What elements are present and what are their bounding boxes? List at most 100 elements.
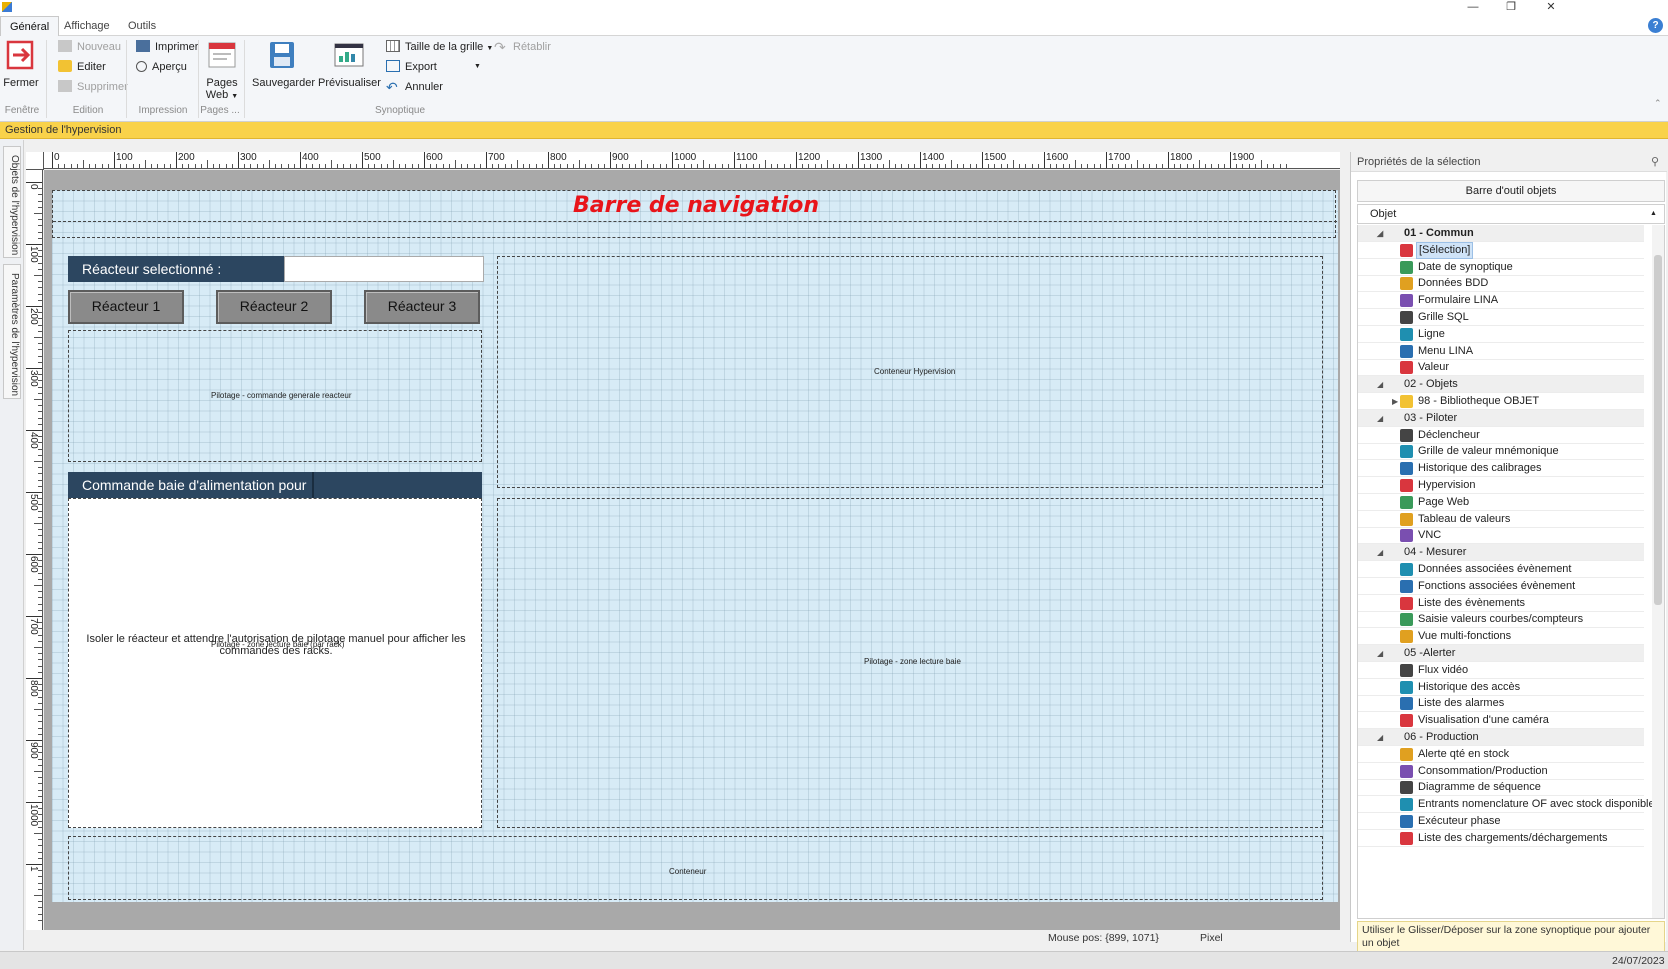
hypervision-container-zone[interactable]: Conteneur Hypervision [497, 256, 1323, 488]
collapse-ribbon-icon[interactable]: ⌃ [1654, 98, 1662, 109]
reactor-2-button[interactable]: Réacteur 2 [216, 290, 332, 324]
ruler-minor-tick [38, 386, 42, 388]
tree-item[interactable]: Grille SQL [1358, 309, 1644, 326]
synoptic-canvas[interactable]: Barre de navigation Réacteur selectionné… [52, 190, 1338, 902]
tree-item[interactable]: Ligne [1358, 326, 1644, 343]
ruler-minor-tick [1112, 164, 1114, 168]
tab-outils[interactable]: Outils [119, 16, 165, 36]
ruler-minor-tick [151, 164, 153, 168]
undo-button[interactable]: ↶ Annuler [386, 78, 443, 96]
tree-item-label: Formulaire LINA [1418, 294, 1499, 307]
ruler-minor-tick [34, 585, 42, 586]
tree-item[interactable]: Données BDD [1358, 275, 1644, 293]
ruler-minor-tick [647, 164, 649, 168]
tab-objects[interactable]: Objets de l'hypervision [3, 146, 21, 258]
tree-item[interactable]: Données associées évènement [1358, 561, 1644, 578]
tree-item[interactable]: ▶ 98 - Bibliotheque OBJET [1358, 393, 1644, 410]
new-button[interactable]: Nouveau [58, 38, 121, 56]
collapse-arrow-icon[interactable]: ◢ [1377, 645, 1383, 662]
preview-button[interactable]: Aperçu [136, 58, 187, 76]
tree-item[interactable]: Alerte qté en stock [1358, 746, 1644, 763]
tree-item[interactable]: Déclencheur [1358, 427, 1644, 444]
collapse-arrow-icon[interactable]: ◢ [1377, 729, 1383, 746]
web-pages-button[interactable]: Pages Web ▼ [202, 40, 242, 103]
object-column-header[interactable]: Objet ▲ [1357, 204, 1665, 224]
tab-general[interactable]: Général [0, 16, 60, 36]
bottom-container-zone[interactable]: Conteneur [68, 836, 1323, 900]
selected-reactor-label: Réacteur selectionné : [68, 256, 284, 282]
reactor-1-button[interactable]: Réacteur 1 [68, 290, 184, 324]
tree-category[interactable]: ◢ 04 - Mesurer [1358, 544, 1644, 562]
redo-button[interactable]: ↷ Rétablir [494, 38, 551, 56]
tree-category[interactable]: ◢ 06 - Production [1358, 729, 1644, 746]
ruler-minor-tick [38, 436, 42, 438]
tree-category[interactable]: ◢ 02 - Objets [1358, 376, 1644, 394]
tree-item[interactable]: Exécuteur phase [1358, 813, 1644, 830]
tab-parameters[interactable]: Paramètres de l'hypervision [3, 264, 21, 399]
tree-item[interactable]: Entrants nomenclature OF avec stock disp… [1358, 796, 1655, 814]
tree-item[interactable]: Liste des chargements/déchargements [1358, 830, 1644, 847]
export-button[interactable]: Export ▼ [386, 58, 482, 76]
navigation-bar-zone[interactable]: Barre de navigation [52, 190, 1337, 238]
tree-item[interactable]: Flux vidéo [1358, 662, 1644, 679]
tree-item[interactable]: Consommation/Production [1358, 763, 1644, 780]
preview-synoptic-button[interactable]: Prévisualiser [318, 40, 381, 89]
ruler-minor-tick [38, 839, 42, 841]
ruler-minor-tick [1261, 160, 1262, 168]
print-button[interactable]: Imprimer [136, 38, 198, 56]
collapse-arrow-icon[interactable]: ◢ [1377, 225, 1383, 242]
pin-icon[interactable]: ⚲ [1651, 155, 1659, 168]
ruler-minor-tick [1037, 164, 1039, 168]
tree-item[interactable]: Page Web [1358, 494, 1644, 511]
tree-item[interactable]: Valeur [1358, 359, 1644, 377]
close-button[interactable]: Fermer [2, 40, 40, 89]
ruler-tick [26, 740, 42, 741]
tree-item[interactable]: Historique des calibrages [1358, 460, 1644, 478]
tree-item[interactable]: Visualisation d'une caméra [1358, 712, 1644, 730]
expand-arrow-icon[interactable]: ▶ [1392, 393, 1398, 410]
collapse-arrow-icon[interactable]: ◢ [1377, 376, 1383, 393]
tree-category[interactable]: ◢ 05 -Alerter [1358, 645, 1644, 662]
tree-item[interactable]: Menu LINA [1358, 343, 1644, 360]
tree-item[interactable]: Vue multi-fonctions [1358, 628, 1644, 646]
minimize-icon[interactable]: — [1462, 0, 1484, 16]
grid-size-label: Taille de la grille [405, 41, 484, 53]
restore-icon[interactable]: ❐ [1500, 0, 1522, 16]
collapse-arrow-icon[interactable]: ◢ [1377, 410, 1383, 427]
tree-item[interactable]: Tableau de valeurs [1358, 511, 1644, 528]
ribbon: Fermer Fenêtre Nouveau Editer Supprimer … [0, 36, 1668, 122]
bay-reading-zone[interactable]: Pilotage - zone lecture baie [497, 498, 1323, 828]
tree-item[interactable]: Grille de valeur mnémonique [1358, 443, 1644, 461]
feed-bay-command-panel[interactable]: Isoler le réacteur et attendre l'autoris… [68, 498, 482, 828]
tree-item[interactable]: Liste des alarmes [1358, 695, 1644, 713]
tree-item[interactable]: [Sélection] [1358, 241, 1644, 259]
ruler-minor-tick [1019, 164, 1021, 168]
close-icon[interactable]: ✕ [1540, 0, 1562, 16]
ruler-minor-tick [207, 160, 208, 168]
pilotage-command-zone[interactable]: Pilotage - commande generale reacteur [68, 330, 482, 462]
help-icon[interactable]: ? [1648, 18, 1663, 33]
ruler-minor-tick [740, 164, 742, 168]
tree-item[interactable]: VNC [1358, 527, 1644, 545]
tree-scrollbar-thumb[interactable] [1654, 255, 1662, 605]
tree-item[interactable]: Diagramme de séquence [1358, 779, 1644, 797]
tree-category[interactable]: ◢ 03 - Piloter [1358, 409, 1644, 427]
ruler-minor-tick [38, 733, 42, 735]
delete-icon [58, 80, 72, 92]
tree-item[interactable]: Formulaire LINA [1358, 292, 1644, 310]
save-button[interactable]: Sauvegarder [252, 40, 315, 89]
reactor-3-button[interactable]: Réacteur 3 [364, 290, 480, 324]
properties-panel: Propriétés de la sélection ⚲ Barre d'out… [1350, 152, 1667, 953]
delete-button[interactable]: Supprimer [58, 78, 128, 96]
tree-item[interactable]: Date de synoptique [1358, 259, 1644, 276]
tree-item[interactable]: Hypervision [1358, 477, 1644, 494]
tree-category[interactable]: ◢ 01 - Commun [1358, 225, 1644, 242]
collapse-arrow-icon[interactable]: ◢ [1377, 544, 1383, 561]
tree-item[interactable]: Historique des accès [1358, 679, 1644, 696]
tab-affichage[interactable]: Affichage [55, 16, 119, 36]
edit-button[interactable]: Editer [58, 58, 106, 76]
tree-item[interactable]: Fonctions associées évènement [1358, 578, 1644, 595]
tree-item[interactable]: Liste des évènements [1358, 595, 1644, 612]
tree-item[interactable]: Saisie valeurs courbes/compteurs [1358, 611, 1644, 629]
grid-size-button[interactable]: Taille de la grille ▼ [386, 38, 493, 56]
